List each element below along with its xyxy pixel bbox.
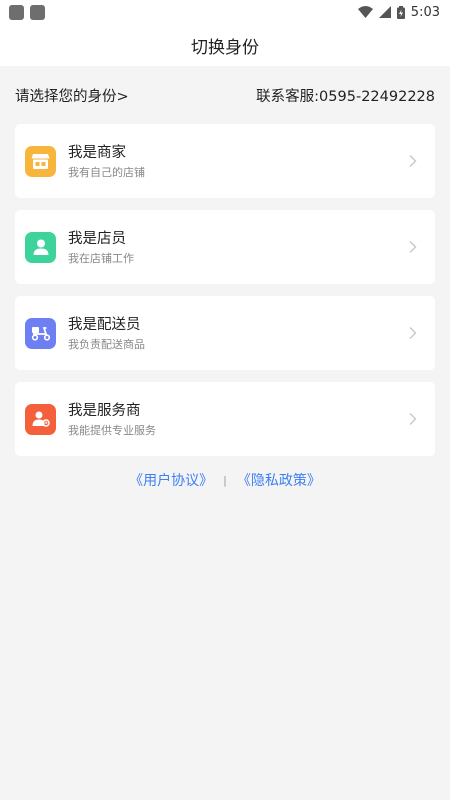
clock: 5:03 [410,4,440,20]
user-agreement-link[interactable]: 《用户协议》 [129,470,213,490]
role-title: 我是配送员 [68,316,141,333]
chevron-right-icon [409,155,417,167]
role-subtitle: 我在店铺工作 [68,251,134,265]
page-title: 切换身份 [191,37,259,58]
role-card-delivery[interactable]: 我是配送员 我负责配送商品 [15,296,435,370]
notification-icon [30,4,45,20]
role-card-service-provider[interactable]: 我是服务商 我能提供专业服务 [15,382,435,456]
wifi-icon [357,6,373,18]
link-separator: | [223,473,227,487]
staff-icon [25,231,56,263]
store-icon [25,145,56,177]
role-card-staff[interactable]: 我是店员 我在店铺工作 [15,210,435,284]
chevron-right-icon [409,327,417,339]
role-list: 我是商家 我有自己的店铺 我是店员 我在店铺工作 我是配送员 我负责配送商品 我… [0,124,450,456]
role-title: 我是店员 [68,230,126,247]
role-card-merchant[interactable]: 我是商家 我有自己的店铺 [15,124,435,198]
role-title: 我是服务商 [68,402,141,419]
role-title: 我是商家 [68,144,126,161]
signal-icon [378,6,391,18]
role-subtitle: 我负责配送商品 [68,337,145,351]
battery-icon [396,5,405,19]
customer-service-contact[interactable]: 联系客服:0595-22492228 [256,85,435,106]
chevron-right-icon [409,241,417,253]
service-provider-icon [25,403,56,435]
agreement-links: 《用户协议》 | 《隐私政策》 [0,470,450,490]
role-subtitle: 我能提供专业服务 [68,423,156,437]
role-subtitle: 我有自己的店铺 [68,165,145,179]
notification-icon [9,4,24,20]
system-status: 5:03 [357,4,440,20]
select-identity-prompt: 请选择您的身份> [15,88,129,105]
notification-icons [9,4,45,20]
privacy-policy-link[interactable]: 《隐私政策》 [237,470,321,490]
title-bar: 切换身份 [0,24,450,66]
status-bar: 5:03 [0,0,450,24]
chevron-right-icon [409,413,417,425]
info-row: 请选择您的身份> 联系客服:0595-22492228 [0,66,450,124]
delivery-scooter-icon [25,317,56,349]
